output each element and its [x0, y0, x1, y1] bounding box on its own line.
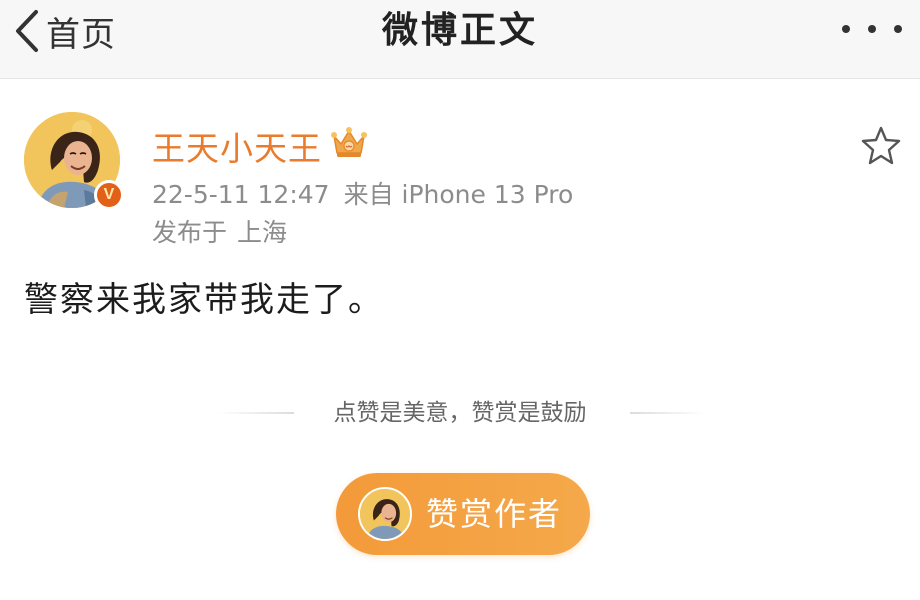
post-content: 警察来我家带我走了。: [24, 280, 384, 320]
more-dots-icon: [842, 25, 850, 33]
reward-author-button[interactable]: 赞赏作者: [336, 473, 590, 555]
divider-line-right: [630, 412, 706, 414]
user-avatar: [358, 487, 412, 541]
author-avatar-container[interactable]: V: [24, 112, 124, 210]
reward-tagline: 点赞是美意，赞赏是鼓励: [333, 400, 587, 426]
post-timestamp: 22-5-11 12:47: [152, 180, 330, 209]
top-navbar: 首页 微博正文: [0, 0, 920, 79]
verified-badge: V: [94, 180, 124, 210]
author-name[interactable]: 王天小天王: [152, 122, 322, 170]
more-options-button[interactable]: [842, 14, 902, 44]
back-button[interactable]: 首页: [14, 6, 116, 56]
more-dot: [894, 25, 902, 33]
reward-divider: 点赞是美意，赞赏是鼓励: [0, 398, 920, 428]
page-title: 微博正文: [381, 10, 538, 51]
more-dot: [868, 25, 876, 33]
reward-button-label: 赞赏作者: [426, 495, 563, 533]
back-button-label: 首页: [46, 14, 116, 55]
crown-icon: [331, 127, 367, 157]
star-outline-icon[interactable]: [860, 124, 902, 166]
post-meta: 22-5-11 12:47 来自 iPhone 13 Pro: [152, 175, 587, 211]
post-location-prefix: 发布于: [152, 218, 228, 247]
post-location: 发布于 上海: [152, 213, 297, 249]
chevron-left-icon: [16, 10, 38, 52]
post-location-city: 上海: [237, 218, 288, 247]
post-source: 来自 iPhone 13 Pro: [343, 180, 574, 209]
